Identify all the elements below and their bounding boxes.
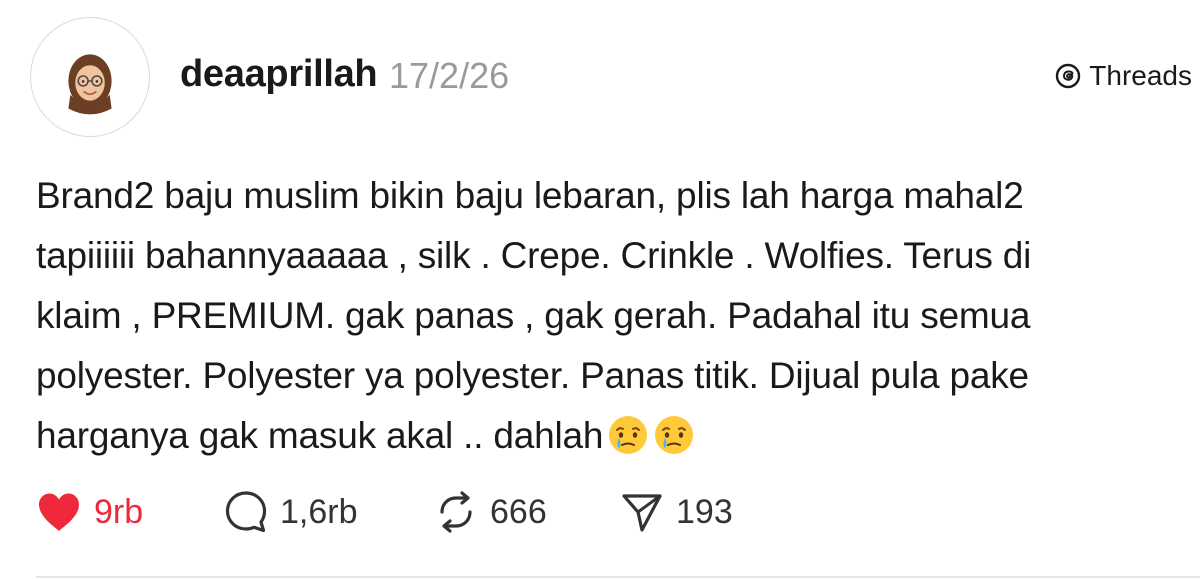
paper-plane-icon [622, 494, 662, 532]
repost-arrows-icon [440, 491, 472, 533]
post-text-line: Brand2 baju muslim bikin baju lebaran, p… [36, 175, 1024, 216]
platform-label: Threads [1089, 60, 1192, 91]
post-text-last-line: harganya gak masuk akal .. dahlah [36, 406, 1196, 466]
threads-logo-icon [1056, 63, 1081, 89]
reply-button[interactable]: 1,6rb [224, 487, 358, 537]
username[interactable]: deaaprillah [180, 53, 378, 96]
heart-icon [39, 493, 79, 531]
post-text-line: polyester. Polyester ya polyester. Panas… [36, 355, 1029, 396]
divider [36, 576, 1200, 578]
post-text-line: tapiiiiii bahannyaaaaa , silk . Crepe. C… [36, 235, 1032, 276]
share-button[interactable]: 193 [620, 487, 733, 537]
share-count: 193 [676, 492, 733, 531]
repost-count: 666 [490, 492, 547, 531]
speech-bubble-icon [225, 491, 267, 533]
post-timestamp: 17/2/26 [389, 55, 510, 96]
post-body: Brand2 baju muslim bikin baju lebaran, p… [36, 166, 1196, 466]
memoji-avatar-icon [68, 54, 112, 115]
post-text-line: klaim , PREMIUM. gak panas , gak gerah. … [36, 295, 1031, 336]
repost-button[interactable]: 666 [434, 487, 547, 537]
face-holding-back-tears-icon [607, 414, 649, 456]
threads-post: deaaprillah 17/2/26 Threads Brand2 baju … [0, 0, 1200, 579]
avatar[interactable] [30, 17, 150, 137]
reply-count: 1,6rb [280, 492, 358, 531]
post-text-line: harganya gak masuk akal .. dahlah [36, 415, 604, 456]
like-count: 9rb [94, 492, 144, 531]
threads-brand: Threads [1055, 60, 1192, 92]
face-holding-back-tears-icon [653, 414, 695, 456]
like-button[interactable]: 9rb [36, 487, 143, 537]
